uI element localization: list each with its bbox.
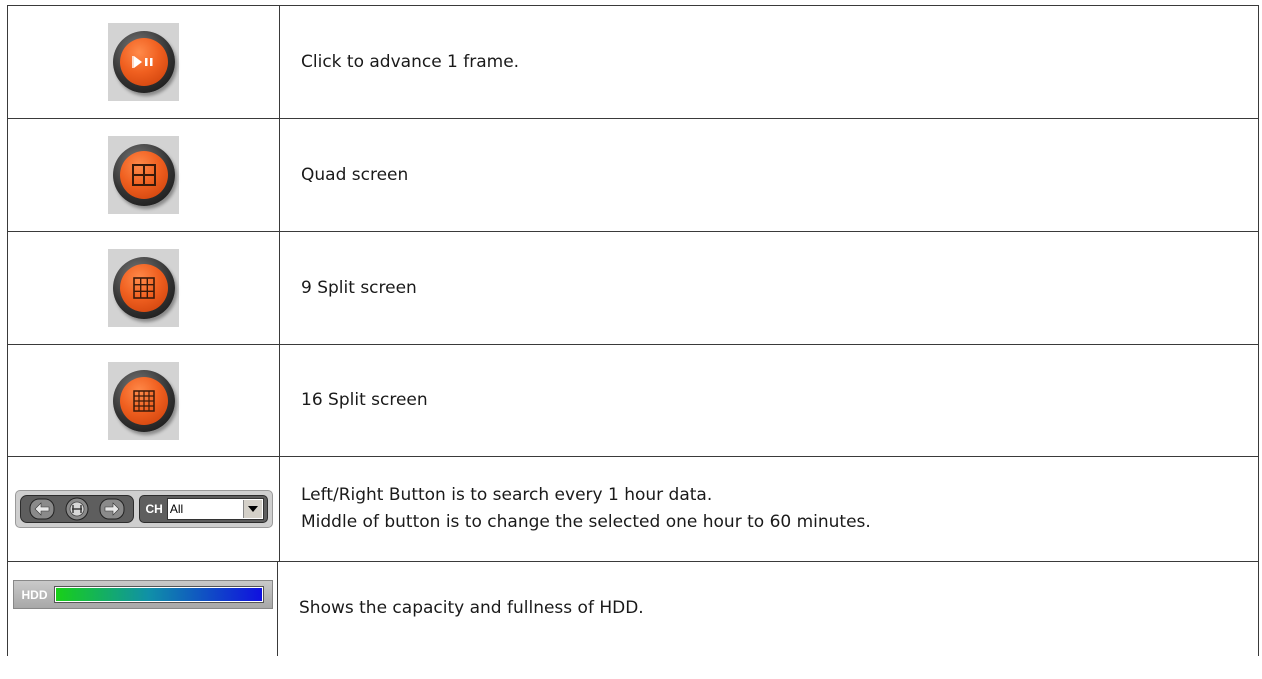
description-text: 16 Split screen (301, 390, 428, 410)
sixteen-split-screen-icon (132, 389, 155, 412)
description-text: Shows the capacity and fullness of HDD. (299, 598, 644, 618)
description-cell: Shows the capacity and fullness of HDD. (278, 562, 1259, 656)
hdd-capacity-bar: HDD (12, 580, 273, 609)
icon-cell: HDD (7, 562, 278, 656)
icon-cell: CH All (7, 457, 280, 561)
frame-advance-icon (131, 56, 152, 68)
channel-label: CH (145, 502, 163, 516)
table-row: HDD Shows the capacity and fullness of H… (7, 561, 1259, 656)
table-row: Click to advance 1 frame. (7, 5, 1259, 118)
icon-cell (7, 6, 280, 118)
description-cell: Left/Right Button is to search every 1 h… (280, 457, 1259, 561)
hdd-label: HDD (21, 587, 48, 602)
hdd-track (53, 586, 264, 603)
table-row: Quad screen (7, 118, 1259, 231)
icon-cell (7, 232, 280, 344)
sixteen-split-screen-button[interactable] (108, 361, 179, 440)
hour-nav-group (19, 495, 134, 523)
channel-group: CH All (138, 495, 268, 523)
quad-screen-icon (131, 164, 156, 186)
description-cell: Quad screen (280, 119, 1259, 231)
description-line-1: Left/Right Button is to search every 1 h… (301, 485, 713, 505)
dropdown-arrow-icon[interactable] (242, 500, 262, 518)
description-cell: 16 Split screen (280, 345, 1259, 456)
hour-toggle-icon[interactable] (63, 497, 91, 521)
channel-select[interactable]: All (166, 498, 264, 520)
table-row: CH All Left/Right Button is to search ev… (7, 456, 1259, 561)
left-arrow-icon[interactable] (29, 498, 55, 520)
description-text: Quad screen (301, 164, 409, 185)
hdd-fill (55, 588, 262, 601)
quad-screen-button[interactable] (108, 136, 179, 214)
table-row: 9 Split screen (7, 231, 1259, 344)
icon-cell (7, 119, 280, 231)
description-line-2: Middle of button is to change the select… (301, 512, 871, 532)
hour-search-control: CH All (14, 490, 273, 528)
frame-advance-button[interactable] (108, 23, 179, 101)
right-arrow-icon[interactable] (99, 498, 125, 520)
icon-cell (7, 345, 280, 456)
description-cell: 9 Split screen (280, 232, 1259, 344)
legend-table: Click to advance 1 frame. Quad screen 9 … (7, 5, 1259, 656)
table-row: 16 Split screen (7, 344, 1259, 456)
nine-split-screen-button[interactable] (108, 249, 179, 327)
nine-split-screen-icon (132, 277, 155, 299)
description-text: 9 Split screen (301, 277, 417, 298)
description-text: Click to advance 1 frame. (301, 51, 520, 72)
description-cell: Click to advance 1 frame. (280, 6, 1259, 118)
channel-select-value: All (169, 502, 184, 516)
